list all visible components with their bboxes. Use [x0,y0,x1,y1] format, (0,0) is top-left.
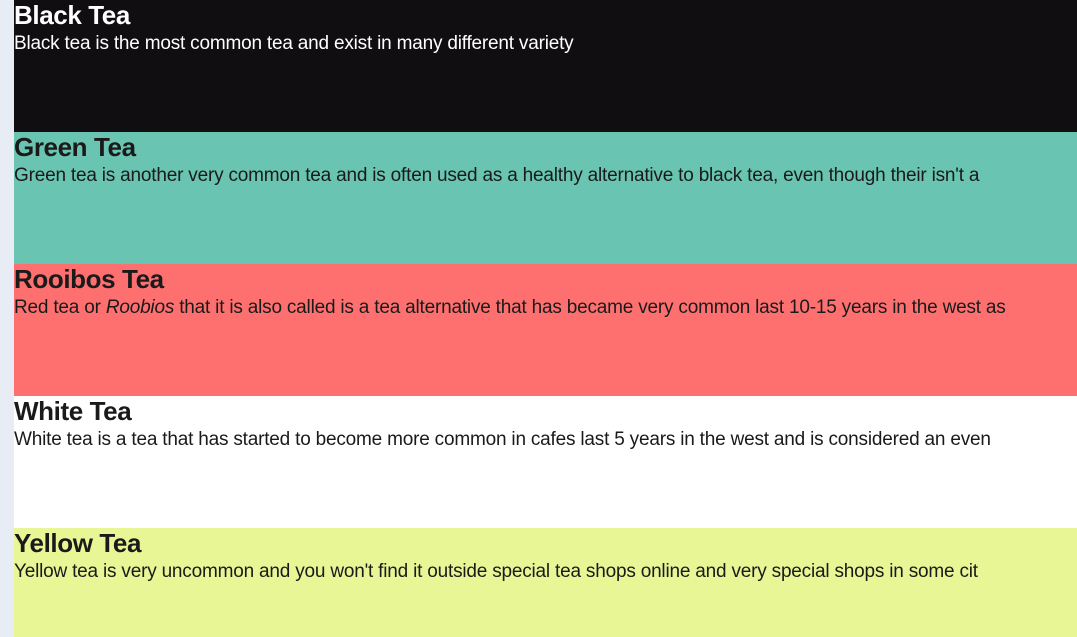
tea-title: Black Tea [14,0,130,30]
tea-section-black: Black Tea Black tea is the most common t… [14,0,1077,132]
tea-description: Yellow tea is very uncommon and you won'… [14,561,978,582]
tea-description: White tea is a tea that has started to b… [14,429,991,450]
tea-section-white: White Tea White tea is a tea that has st… [14,396,1077,528]
tea-title: White Tea [14,396,132,426]
tea-section-yellow: Yellow Tea Yellow tea is very uncommon a… [14,528,1077,637]
tea-title: Yellow Tea [14,528,142,558]
tea-description-emphasis: Roobios [105,297,175,318]
tea-description-end: that it is also called is a tea alternat… [174,297,1006,318]
tea-title: Green Tea [14,132,136,162]
tea-description: Black tea is the most common tea and exi… [14,33,574,54]
tea-title: Rooibos Tea [14,264,164,294]
tea-description: Red tea or Roobios that it is also calle… [14,294,1077,322]
tea-description: Green tea is another very common tea and… [14,165,980,186]
tea-description-start: Red tea or [14,297,106,318]
tea-section-rooibos: Rooibos Tea Red tea or Roobios that it i… [14,264,1077,396]
tea-page: Black Tea Black tea is the most common t… [14,0,1077,637]
tea-section-green: Green Tea Green tea is another very comm… [14,132,1077,264]
